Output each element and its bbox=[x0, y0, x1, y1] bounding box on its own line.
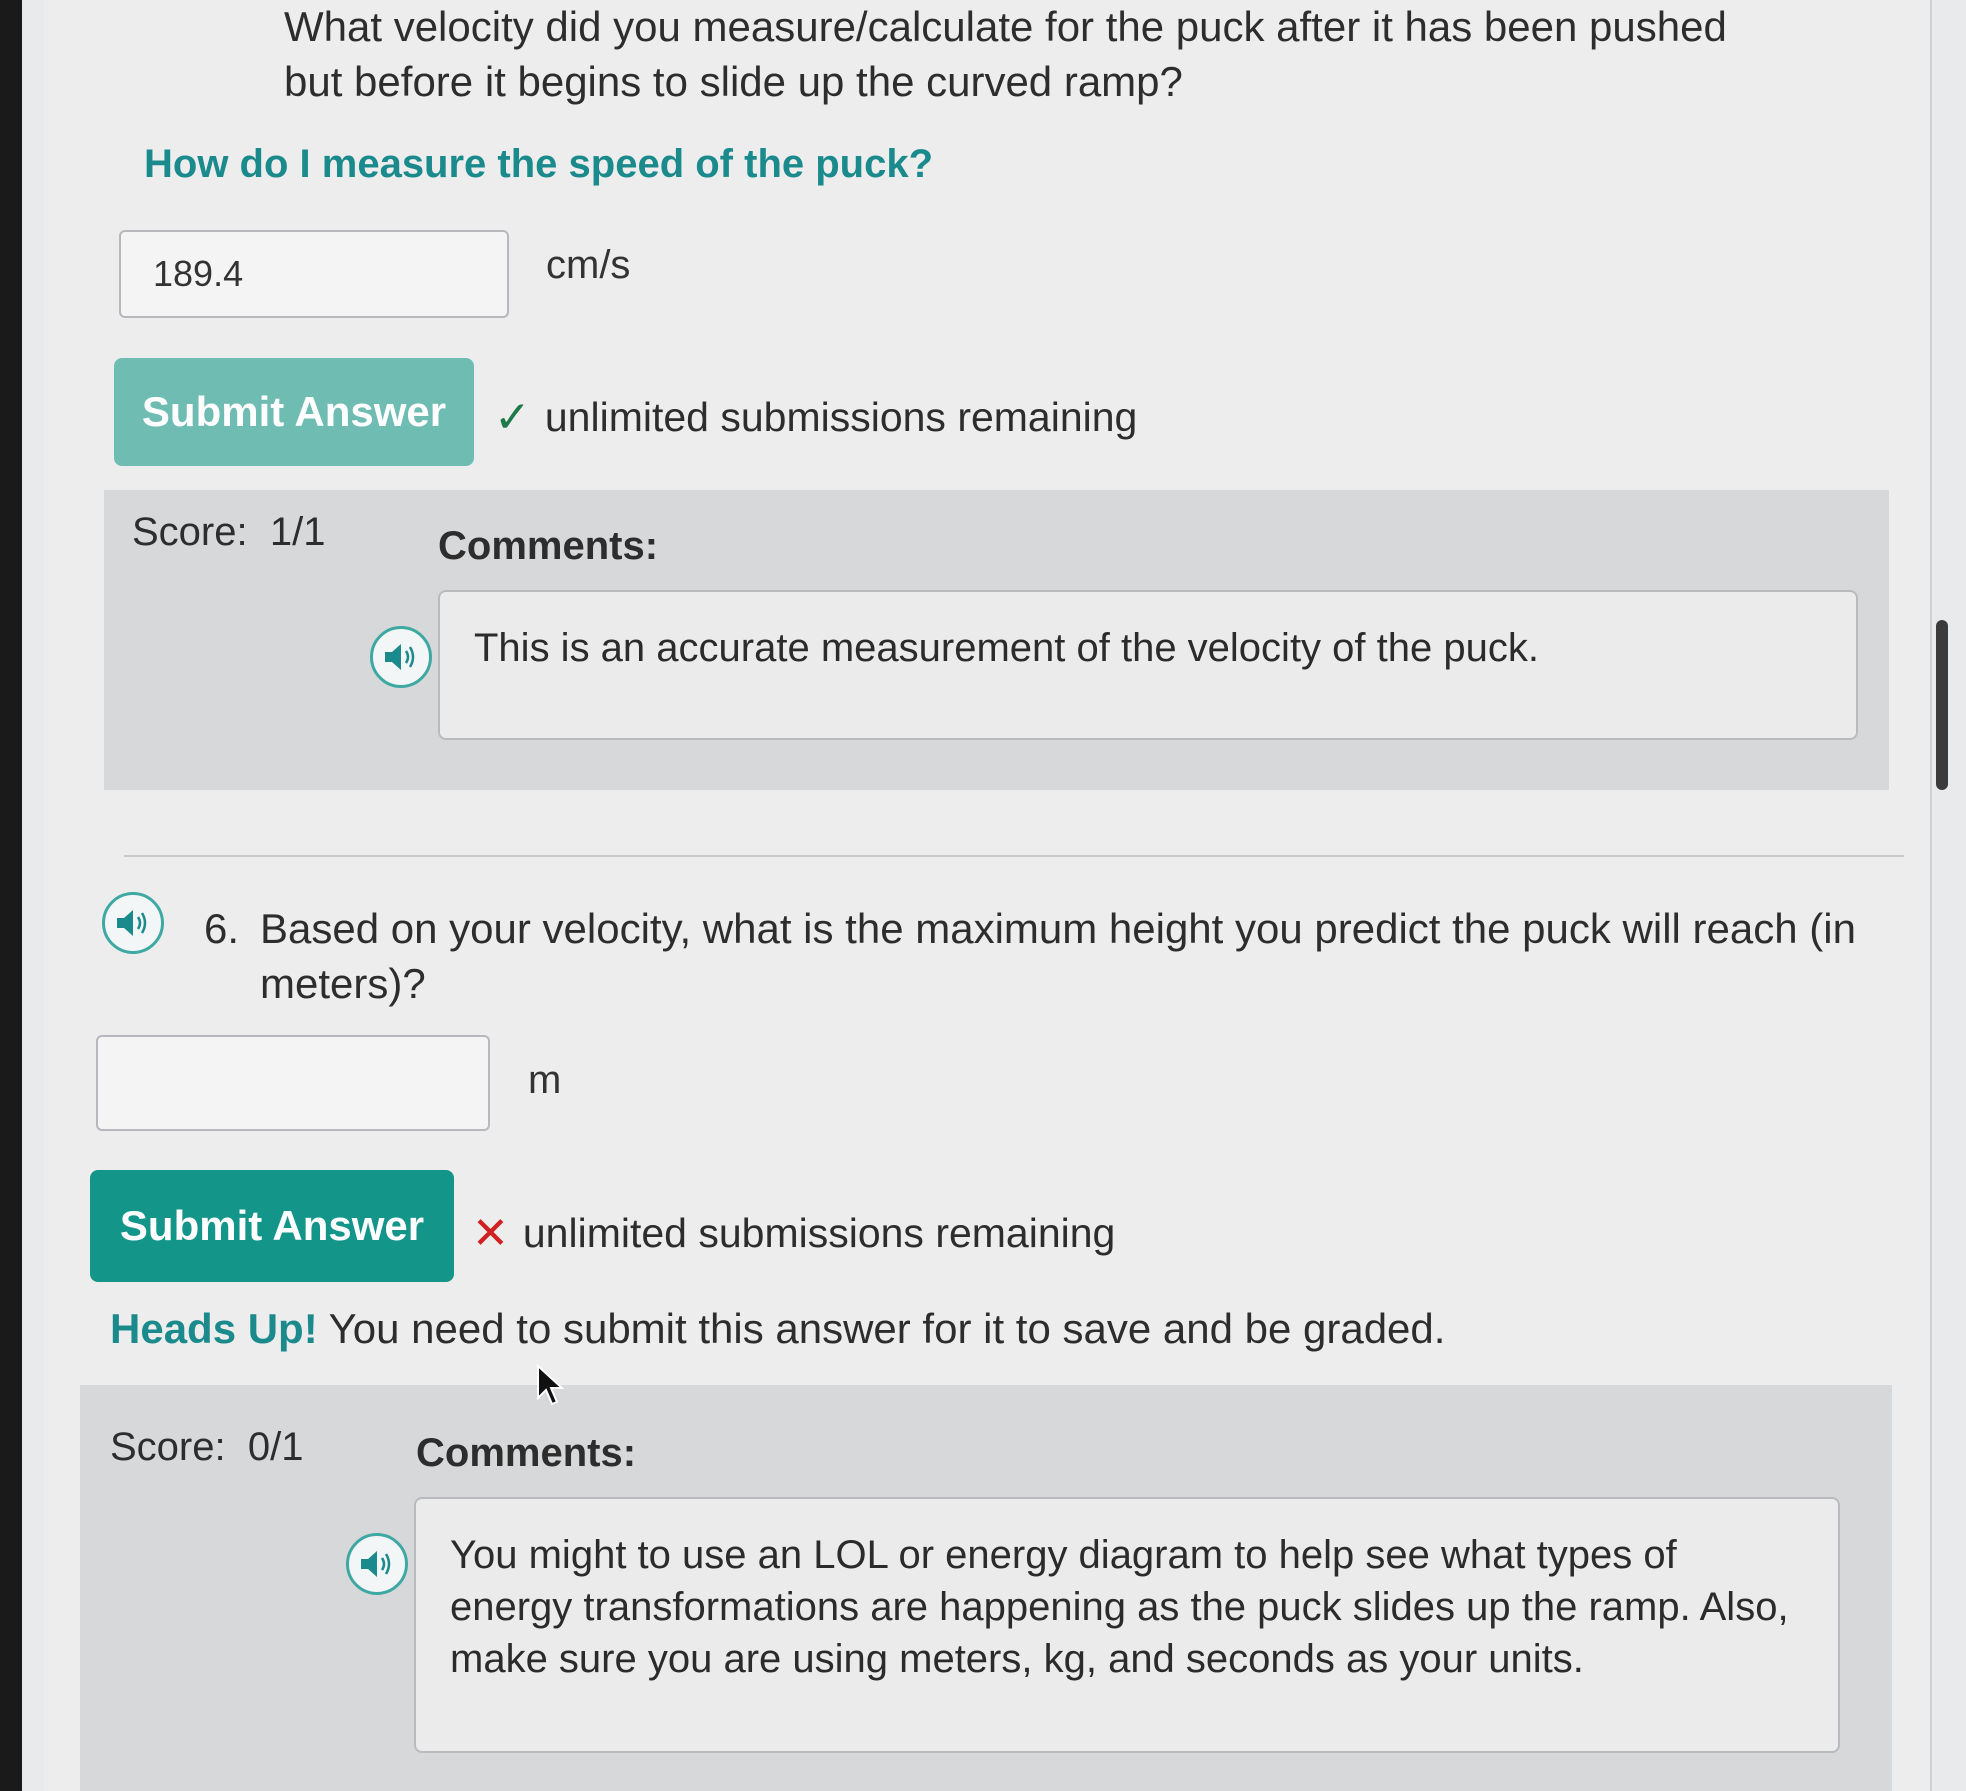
checkmark-icon: ✓ bbox=[494, 393, 531, 442]
help-link[interactable]: How do I measure the speed of the puck? bbox=[144, 138, 933, 190]
comment-box-q6: You might to use an LOL or energy diagra… bbox=[414, 1497, 1840, 1753]
mouse-cursor-icon bbox=[537, 1364, 565, 1406]
velocity-unit: cm/s bbox=[546, 243, 631, 287]
score-panel-q6: Score: 0/1 Comments: You might to use an… bbox=[80, 1385, 1892, 1791]
speaker-icon[interactable] bbox=[102, 892, 164, 954]
velocity-answer-input[interactable]: 189.4 bbox=[119, 230, 509, 318]
screen: What velocity did you measure/calculate … bbox=[22, 0, 1966, 1791]
submission-status-q5: ✓ unlimited submissions remaining bbox=[494, 392, 1137, 443]
heads-up-notice: Heads Up! You need to submit this answer… bbox=[110, 1302, 1445, 1357]
height-answer-input[interactable] bbox=[96, 1035, 490, 1131]
question-5-text: What velocity did you measure/calculate … bbox=[284, 3, 1727, 105]
height-unit: m bbox=[528, 1058, 562, 1102]
heads-up-text: You need to submit this answer for it to… bbox=[328, 1305, 1446, 1352]
submission-status-text: unlimited submissions remaining bbox=[522, 1210, 1116, 1256]
speaker-icon-glyph bbox=[117, 910, 147, 936]
submit-answer-button-q5[interactable]: Submit Answer bbox=[114, 358, 474, 466]
speaker-icon[interactable] bbox=[370, 626, 432, 688]
speaker-icon[interactable] bbox=[346, 1533, 408, 1595]
speaker-icon-glyph bbox=[361, 1551, 391, 1577]
score-q5: Score: 1/1 bbox=[132, 510, 326, 554]
score-q6: Score: 0/1 bbox=[110, 1425, 304, 1469]
score-panel-q5: Score: 1/1 Comments: This is an accurate… bbox=[104, 490, 1889, 790]
question-6-number: 6. bbox=[204, 905, 240, 952]
comment-box-q5: This is an accurate measurement of the v… bbox=[438, 590, 1858, 740]
question-6-text: Based on your velocity, what is the maxi… bbox=[260, 905, 1856, 1007]
submit-answer-button-q6[interactable]: Submit Answer bbox=[90, 1170, 454, 1282]
comments-label-q6: Comments: bbox=[416, 1431, 637, 1475]
scrollbar-thumb[interactable] bbox=[1936, 620, 1948, 790]
comments-label-q5: Comments: bbox=[438, 524, 659, 568]
submission-status-text: unlimited submissions remaining bbox=[544, 394, 1138, 440]
speaker-icon-glyph bbox=[385, 644, 415, 670]
submission-status-q6: ✕ unlimited submissions remaining bbox=[472, 1208, 1115, 1259]
cross-icon: ✕ bbox=[472, 1209, 509, 1258]
heads-up-label: Heads Up! bbox=[110, 1305, 318, 1352]
question-panel: What velocity did you measure/calculate … bbox=[44, 0, 1932, 1791]
question-divider bbox=[124, 855, 1904, 857]
